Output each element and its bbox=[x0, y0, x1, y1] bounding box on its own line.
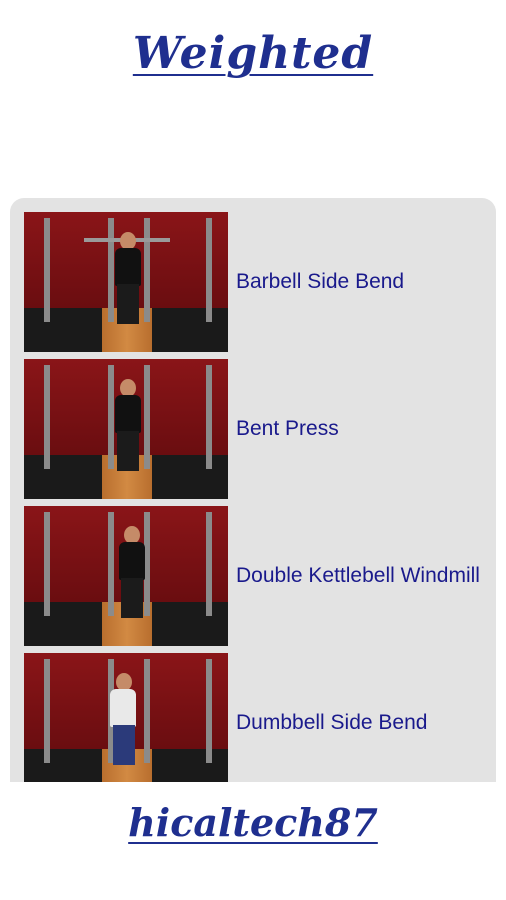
list-item[interactable]: Barbell Side Bend bbox=[24, 212, 496, 352]
exercise-label[interactable]: Bent Press bbox=[236, 359, 486, 499]
list-item[interactable]: Bent Press bbox=[24, 359, 496, 499]
signature-logo: hicaltech87 bbox=[128, 800, 378, 845]
list-item[interactable]: Double Kettlebell Windmill bbox=[24, 506, 496, 646]
exercise-thumbnail[interactable] bbox=[24, 653, 228, 782]
exercise-list: Barbell Side Bend Bent Press Double Kett… bbox=[10, 198, 496, 782]
exercise-label[interactable]: Barbell Side Bend bbox=[236, 212, 486, 352]
page-title: Weighted bbox=[132, 28, 374, 79]
exercise-thumbnail[interactable] bbox=[24, 212, 228, 352]
exercise-thumbnail[interactable] bbox=[24, 506, 228, 646]
list-item[interactable]: Dumbbell Side Bend bbox=[24, 653, 496, 782]
exercise-label[interactable]: Dumbbell Side Bend bbox=[236, 653, 486, 782]
exercise-label[interactable]: Double Kettlebell Windmill bbox=[236, 506, 486, 646]
exercise-thumbnail[interactable] bbox=[24, 359, 228, 499]
